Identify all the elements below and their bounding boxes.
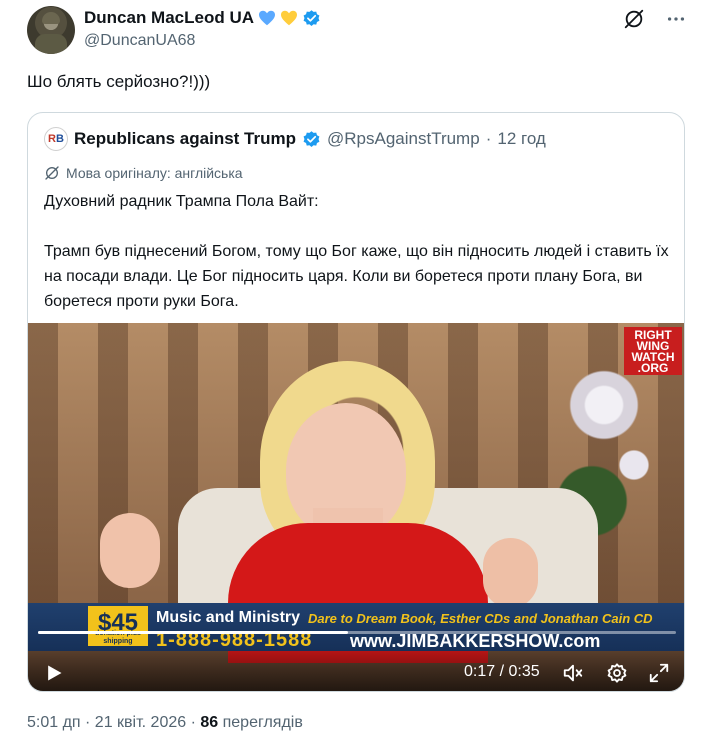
post-timestamp[interactable]: 5:01 дп · 21 квіт. 2026 · [27, 714, 200, 731]
video-progress-bar[interactable] [38, 631, 676, 634]
quoted-paragraph-1: Духовний радник Трампа Пола Вайт: [44, 193, 319, 210]
author-handle[interactable]: @DuncanUA68 [84, 32, 195, 50]
quoted-author-name[interactable]: Republicans against Trump [74, 129, 296, 149]
duration: 0:35 [508, 663, 540, 680]
views-label: переглядів [218, 714, 303, 731]
translate-icon [45, 166, 59, 180]
time-separator: / [495, 663, 509, 680]
separator-dot: · [485, 129, 492, 148]
fullscreen-icon[interactable] [648, 662, 670, 684]
avatar-body [35, 34, 67, 54]
video-progress-fill [38, 631, 349, 634]
author-avatar[interactable] [27, 6, 75, 54]
blue-heart-icon [259, 10, 276, 26]
verified-badge-icon[interactable] [302, 130, 321, 149]
author-name[interactable]: Duncan MacLeod UA [84, 8, 254, 28]
author-name-row: Duncan MacLeod UA [84, 8, 321, 28]
quoted-post-time[interactable]: 12 год [497, 129, 545, 149]
quoted-post[interactable]: RB Republicans against Trump @RpsAgainst… [27, 112, 685, 692]
quoted-post-header: RB Republicans against Trump @RpsAgainst… [44, 127, 546, 151]
quoted-post-text: Духовний радник Трампа Пола Вайт: Трамп … [44, 189, 670, 339]
right-wing-watch-logo: RIGHT WING WATCH .ORG [624, 327, 682, 375]
post-meta: 5:01 дп · 21 квіт. 2026 · 86 переглядів [27, 714, 303, 732]
quoted-paragraph-2: Трамп був піднесений Богом, тому що Бог … [44, 243, 669, 310]
avatar-helmet [42, 12, 60, 24]
settings-icon[interactable] [606, 662, 628, 684]
yellow-heart-icon [281, 10, 298, 26]
volume-icon[interactable] [562, 662, 584, 684]
play-icon[interactable] [44, 663, 64, 683]
video-controls: 0:17 / 0:35 [28, 651, 684, 691]
post-text: Шо блять серйозно?!))) [27, 72, 211, 91]
more-icon[interactable] [665, 8, 687, 30]
video-left-hand [100, 513, 160, 588]
quoted-author-avatar[interactable]: RB [44, 127, 68, 151]
video-time: 0:17 / 0:35 [464, 663, 540, 681]
quoted-author-handle[interactable]: @RpsAgainstTrump [327, 129, 480, 149]
video-right-hand [483, 538, 538, 608]
avatar-letter-b: B [56, 133, 64, 145]
translated-notice: Мова оригіналу: англійська [44, 165, 243, 181]
translated-label: Мова оригіналу: англійська [66, 165, 243, 181]
ticker-price: $45 donation plus shipping [88, 606, 148, 646]
video-player[interactable]: RIGHT WING WATCH .ORG $45 donation plus … [28, 323, 684, 691]
avatar-letter-r: R [48, 133, 56, 145]
top-actions [623, 8, 687, 30]
grok-icon[interactable] [623, 8, 645, 30]
ticker-url: www.JIMBAKKERSHOW.com [350, 631, 601, 651]
ticker-title: Music and Ministry [156, 609, 301, 626]
views-count: 86 [200, 714, 219, 731]
logo-line-4: .ORG [637, 361, 669, 375]
ticker-subtitle: Dare to Dream Book, Esther CDs and Jonat… [308, 611, 653, 626]
current-time: 0:17 [464, 663, 496, 680]
verified-badge-icon[interactable] [302, 9, 321, 28]
